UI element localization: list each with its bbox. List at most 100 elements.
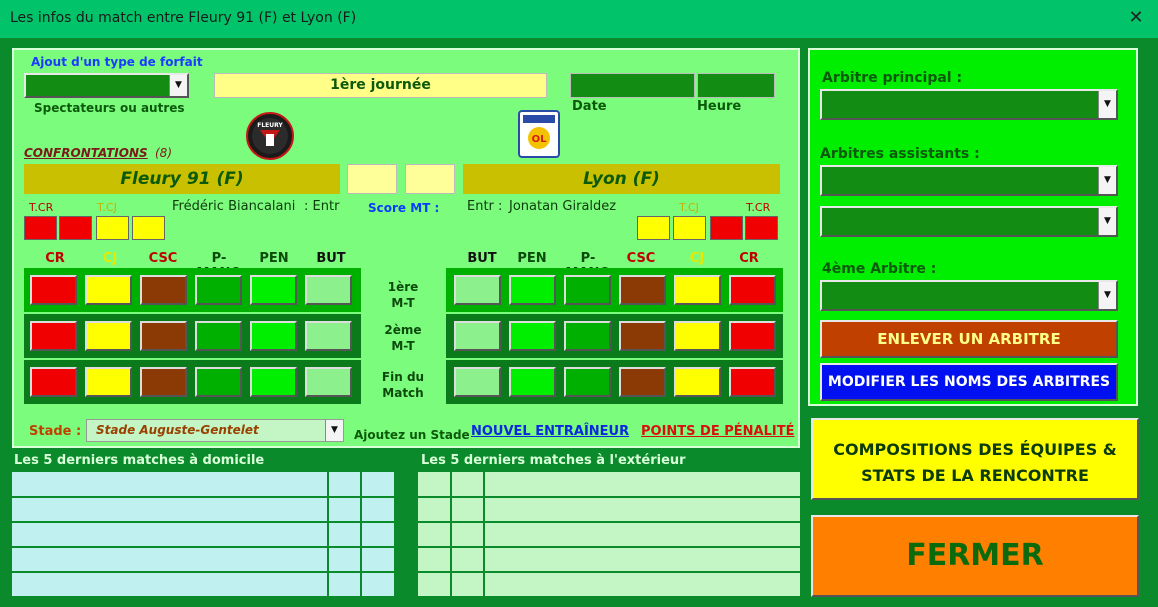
home-col-cj: CJ (102, 251, 118, 266)
home-tcr-label: T.CR (29, 201, 54, 214)
home-r3-csc[interactable] (140, 367, 187, 397)
away-history-table (418, 472, 800, 596)
home-col-csc: CSC (148, 251, 178, 266)
close-button[interactable]: FERMER (811, 515, 1139, 597)
chevron-down-icon[interactable]: ▼ (1098, 282, 1116, 309)
row-label-2: 2ème M-T (363, 322, 443, 354)
away-r2-pmanq[interactable] (564, 321, 611, 351)
lyon-logo-text: OL (532, 134, 548, 145)
chevron-down-icon[interactable]: ▼ (169, 75, 187, 96)
compositions-line1: COMPOSITIONS DES ÉQUIPES & (833, 440, 1117, 459)
away-col-csc: CSC (626, 251, 656, 266)
away-r3-pmanq[interactable] (564, 367, 611, 397)
away-r2-cj[interactable] (674, 321, 721, 351)
home-r1-pmanq[interactable] (195, 275, 242, 305)
time-label: Heure (697, 99, 742, 114)
home-r2-but[interactable] (305, 321, 352, 351)
remove-referee-button[interactable]: ENLEVER UN ARBITRE (820, 320, 1118, 358)
away-col-cr: CR (739, 251, 759, 266)
modify-referees-button[interactable]: MODIFIER LES NOMS DES ARBITRES (820, 363, 1118, 401)
fourth-referee-label: 4ème Arbitre : (822, 261, 937, 277)
home-r3-pmanq[interactable] (195, 367, 242, 397)
home-team-name: Fleury 91 (F) (24, 164, 340, 194)
away-total-red-1[interactable] (710, 216, 743, 240)
assistants-label: Arbitres assistants : (820, 146, 980, 162)
away-r1-cr[interactable] (729, 275, 776, 305)
away-total-yellow-2[interactable] (673, 216, 706, 240)
chevron-down-icon[interactable]: ▼ (1098, 91, 1116, 118)
compositions-button[interactable]: COMPOSITIONS DES ÉQUIPES & STATS DE LA R… (811, 418, 1139, 500)
home-r2-pmanq[interactable] (195, 321, 242, 351)
stade-combo[interactable]: Stade Auguste-Gentelet ▼ (86, 419, 344, 442)
new-coach-link[interactable]: NOUVEL ENTRAÎNEUR (471, 424, 629, 439)
date-field[interactable] (570, 73, 695, 98)
home-history-table (12, 472, 394, 596)
home-total-yellow-1[interactable] (96, 216, 129, 240)
away-team-name: Lyon (F) (463, 164, 780, 194)
date-label: Date (572, 99, 607, 114)
away-r2-cr[interactable] (729, 321, 776, 351)
stade-label: Stade : (29, 424, 82, 439)
time-field[interactable] (697, 73, 775, 98)
away-total-red-2[interactable] (745, 216, 778, 240)
away-r1-pmanq[interactable] (564, 275, 611, 305)
away-r2-but[interactable] (454, 321, 501, 351)
away-r1-cj[interactable] (674, 275, 721, 305)
home-r3-but[interactable] (305, 367, 352, 397)
home-total-yellow-2[interactable] (132, 216, 165, 240)
chevron-down-icon[interactable]: ▼ (325, 420, 343, 441)
away-total-yellow-1[interactable] (637, 216, 670, 240)
confrontations-count: (8) (155, 146, 172, 160)
row-label-2-line1: 2ème (384, 323, 422, 337)
away-r3-but[interactable] (454, 367, 501, 397)
away-r3-cj[interactable] (674, 367, 721, 397)
main-referee-combo[interactable]: ▼ (820, 89, 1118, 120)
fourth-referee-combo[interactable]: ▼ (820, 280, 1118, 311)
away-r3-cr[interactable] (729, 367, 776, 397)
home-r3-pen[interactable] (250, 367, 297, 397)
add-stade-link[interactable]: Ajoutez un Stade (354, 428, 470, 442)
window-title: Les infos du match entre Fleury 91 (F) e… (10, 10, 357, 26)
away-r1-but[interactable] (454, 275, 501, 305)
home-r1-but[interactable] (305, 275, 352, 305)
close-icon[interactable]: ✕ (1126, 8, 1146, 28)
home-r2-csc[interactable] (140, 321, 187, 351)
home-r1-pen[interactable] (250, 275, 297, 305)
row-label-1-line1: 1ère (387, 280, 419, 294)
home-total-red-1[interactable] (24, 216, 57, 240)
chevron-down-icon[interactable]: ▼ (1098, 208, 1116, 235)
away-tcj-label: T.CJ (679, 201, 699, 214)
away-r2-csc[interactable] (619, 321, 666, 351)
home-r2-pen[interactable] (250, 321, 297, 351)
home-r1-cj[interactable] (85, 275, 132, 305)
home-r3-cr[interactable] (30, 367, 77, 397)
confrontations-link[interactable]: CONFRONTATIONS (24, 146, 148, 160)
away-r1-csc[interactable] (619, 275, 666, 305)
home-halftime-score[interactable] (347, 164, 397, 194)
home-tcj-label: T.CJ (97, 201, 117, 214)
home-r1-cr[interactable] (30, 275, 77, 305)
assistant-1-combo[interactable]: ▼ (820, 165, 1118, 196)
home-history-title: Les 5 derniers matches à domicile (14, 453, 265, 468)
home-r1-csc[interactable] (140, 275, 187, 305)
journee-field[interactable]: 1ère journée (214, 73, 547, 98)
away-r3-csc[interactable] (619, 367, 666, 397)
forfait-combo[interactable]: ▼ (24, 73, 189, 98)
forfait-link[interactable]: Ajout d'un type de forfait (31, 55, 203, 69)
home-col-but: BUT (316, 251, 346, 266)
home-total-red-2[interactable] (59, 216, 92, 240)
away-halftime-score[interactable] (405, 164, 455, 194)
away-col-cj: CJ (689, 251, 705, 266)
away-coach-name: Jonatan Giraldez (509, 199, 617, 214)
away-col-pen: PEN (517, 251, 547, 266)
home-r3-cj[interactable] (85, 367, 132, 397)
away-coach-prefix: Entr : (467, 199, 503, 214)
penalty-points-link[interactable]: POINTS DE PÉNALITÉ (641, 424, 794, 439)
away-r3-pen[interactable] (509, 367, 556, 397)
away-r2-pen[interactable] (509, 321, 556, 351)
home-r2-cj[interactable] (85, 321, 132, 351)
home-r2-cr[interactable] (30, 321, 77, 351)
away-r1-pen[interactable] (509, 275, 556, 305)
assistant-2-combo[interactable]: ▼ (820, 206, 1118, 237)
chevron-down-icon[interactable]: ▼ (1098, 167, 1116, 194)
